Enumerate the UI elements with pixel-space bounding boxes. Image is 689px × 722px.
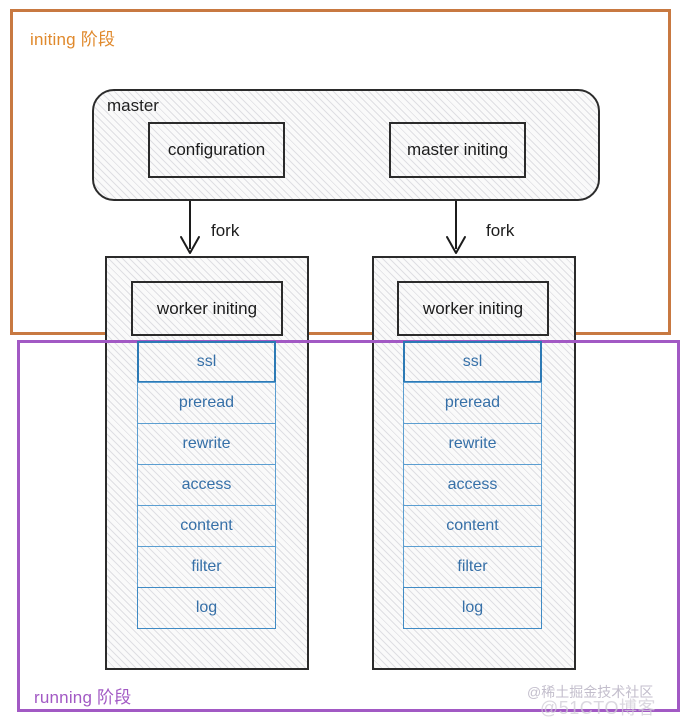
phase-item-preread: preread xyxy=(137,382,276,424)
phase-stack-left: ssl preread rewrite access content filte… xyxy=(137,341,276,629)
phase-item-filter: filter xyxy=(403,546,542,588)
phase-item-content: content xyxy=(403,505,542,547)
configuration-box: configuration xyxy=(148,122,285,178)
running-phase-frame xyxy=(17,340,680,712)
phase-item-rewrite: rewrite xyxy=(137,423,276,465)
fork-arrow-right-icon xyxy=(446,201,466,254)
fork-arrow-left-icon xyxy=(180,201,200,254)
phase-item-ssl: ssl xyxy=(403,341,542,383)
phase-item-rewrite: rewrite xyxy=(403,423,542,465)
phase-item-ssl: ssl xyxy=(137,341,276,383)
phase-item-log: log xyxy=(403,587,542,629)
phase-item-preread: preread xyxy=(403,382,542,424)
diagram-canvas: initing 阶段 master configuration master i… xyxy=(0,0,689,722)
phase-item-access: access xyxy=(403,464,542,506)
worker-initing-box-right: worker initing xyxy=(397,281,549,336)
phase-item-content: content xyxy=(137,505,276,547)
phase-item-access: access xyxy=(137,464,276,506)
fork-label-right: fork xyxy=(486,221,515,240)
worker-initing-box-left: worker initing xyxy=(131,281,283,336)
phase-item-log: log xyxy=(137,587,276,629)
fork-label-left: fork xyxy=(211,221,240,240)
running-phase-label: running 阶段 xyxy=(34,688,132,707)
phase-item-filter: filter xyxy=(137,546,276,588)
master-title: master xyxy=(107,96,159,115)
master-initing-box: master initing xyxy=(389,122,526,178)
initing-phase-label: initing 阶段 xyxy=(30,30,116,49)
phase-stack-right: ssl preread rewrite access content filte… xyxy=(403,341,542,629)
